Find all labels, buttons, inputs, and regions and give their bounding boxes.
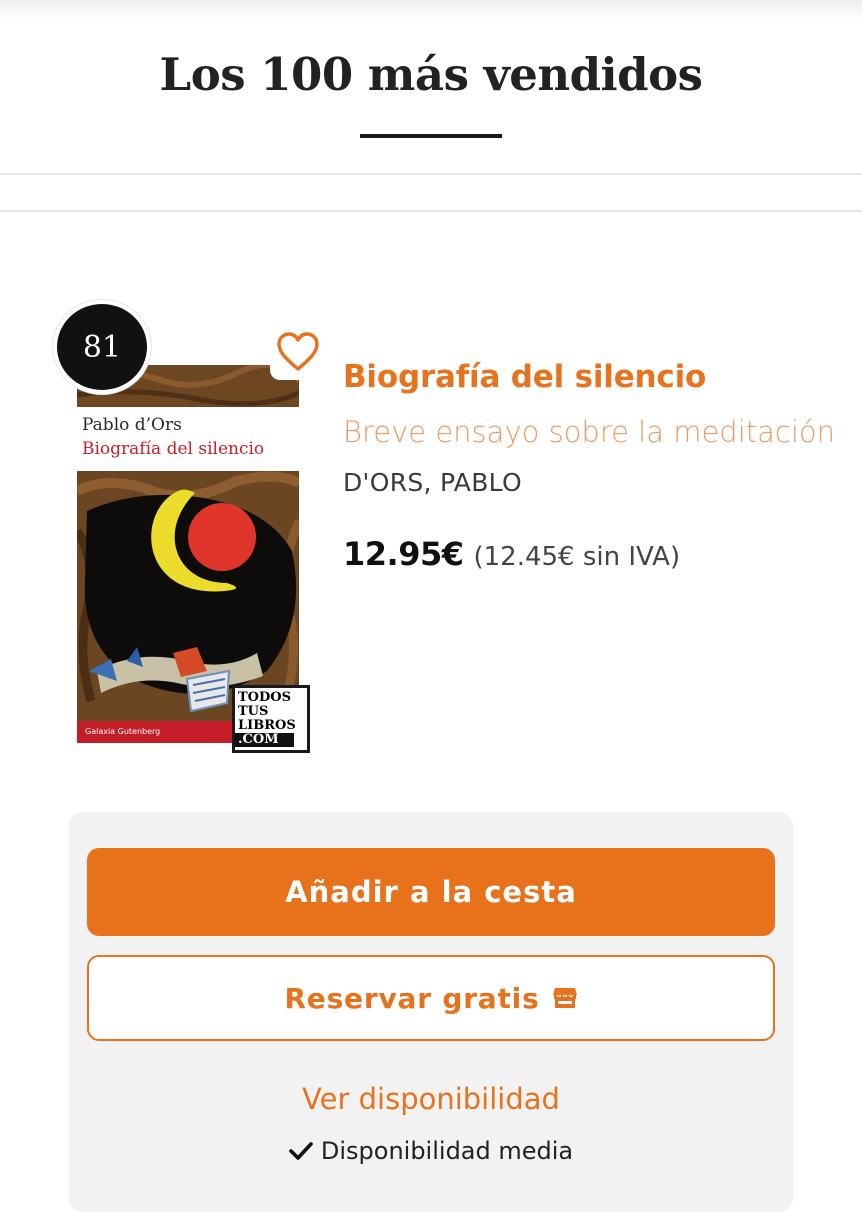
heart-outline-icon [276,332,320,376]
price-row: 12.95€ (12.45€ sin IVA) [343,535,843,573]
product-author[interactable]: D'ORS, PABLO [343,468,843,497]
page-title: Los 100 más vendidos [159,48,703,101]
favorite-button[interactable] [270,328,326,380]
product-subtitle: Breve ensayo sobre la meditación [343,415,836,449]
watermark-line: TODOS [238,690,291,705]
price: 12.95€ [343,535,464,573]
reserve-label: Reservar gratis [284,981,540,1015]
watermark-line: LIBROS [238,718,296,733]
price-without-vat: (12.45€ sin IVA) [473,542,681,572]
rank-badge: 81 [53,300,151,394]
reserve-button[interactable]: Reservar gratis [87,955,775,1041]
product-info: Biografía del silencio Breve ensayo sobr… [343,352,843,573]
title-underline [360,134,502,138]
cover-title: Biografía del silencio [82,439,265,459]
add-to-cart-button[interactable]: Añadir a la cesta [87,848,775,936]
check-icon [289,1141,313,1161]
cover-illustration [77,471,299,721]
purchase-panel: Añadir a la cesta Reservar gratis Ver di… [69,812,793,1212]
watermark-logo: TODOS TUS LIBROS .COM [232,685,310,753]
section-divider-bottom [0,210,862,212]
top-strip [0,0,862,20]
cover-author: Pablo d’Ors [82,415,182,435]
watermark-line: .COM [235,733,294,747]
store-icon [552,987,578,1009]
product-title[interactable]: Biografía del silencio [343,352,843,402]
watermark-line: TUS [238,704,269,719]
cover-header: Pablo d’Ors Biografía del silencio [77,407,299,471]
availability-status: Disponibilidad media [69,1137,793,1165]
check-availability-link[interactable]: Ver disponibilidad [69,1082,793,1116]
availability-status-label: Disponibilidad media [320,1137,574,1165]
section-divider-top [0,173,862,175]
